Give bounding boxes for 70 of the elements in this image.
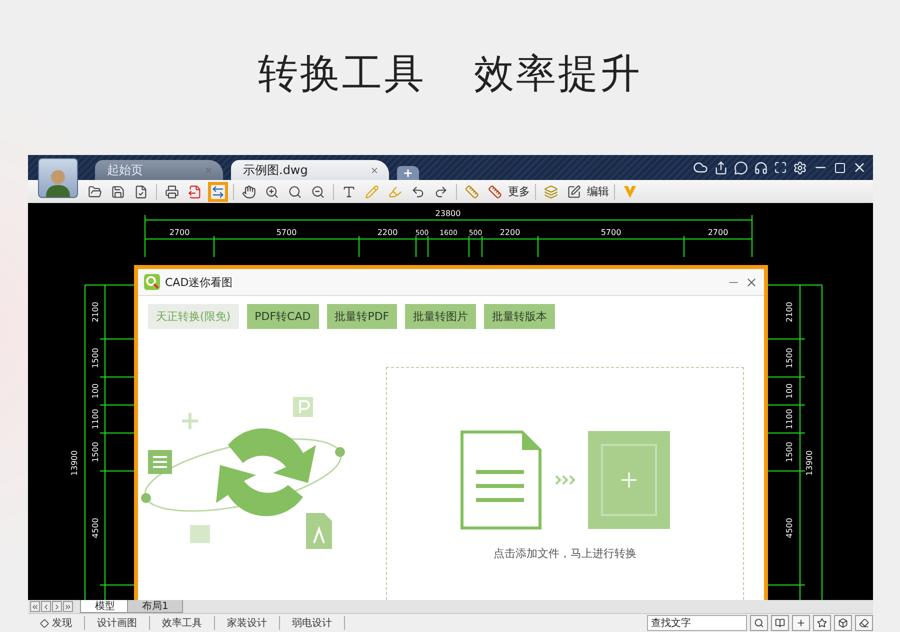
cloud-icon[interactable] xyxy=(693,160,708,175)
layout-tab[interactable]: 模型 xyxy=(80,600,130,613)
status-label[interactable]: 家装设计 xyxy=(227,616,267,630)
settings-icon[interactable] xyxy=(793,160,807,174)
dimension-label: 4500 xyxy=(91,518,100,538)
headline: 转换工具 xyxy=(258,50,426,99)
more-label[interactable]: 更多 xyxy=(508,184,530,199)
dimension-label: 1500 xyxy=(91,442,100,462)
dialog-title: CAD迷你看图 xyxy=(165,274,233,290)
dimension-label: 2700 xyxy=(169,228,190,237)
document-icon xyxy=(460,430,542,530)
search-field[interactable]: 查找文字 xyxy=(647,615,747,631)
last-icon[interactable] xyxy=(63,601,73,612)
close-icon[interactable] xyxy=(745,276,758,288)
maximize-icon[interactable] xyxy=(834,162,846,174)
status-label[interactable]: 效率工具 xyxy=(162,616,202,630)
cube-icon[interactable] xyxy=(834,615,852,631)
dimension-label: 100 xyxy=(785,383,794,399)
dimension-label: 1100 xyxy=(91,408,100,430)
status-label[interactable]: 发现 xyxy=(52,616,72,630)
person-silhouette-icon xyxy=(44,167,72,197)
dimension-label: 1100 xyxy=(785,408,794,430)
dimension-label: 13900 xyxy=(70,450,79,476)
share-icon[interactable] xyxy=(714,160,728,174)
status-item[interactable]: 设计画图 xyxy=(85,616,150,630)
dimension-label: 2200 xyxy=(500,228,520,237)
converter-tab[interactable]: 批量转图片 xyxy=(405,304,476,329)
dimension-label: 23800 xyxy=(435,209,461,218)
dimension-label: 100 xyxy=(91,383,100,399)
headline: 效率提升 xyxy=(474,50,642,99)
dimension-label: 2700 xyxy=(708,228,728,237)
edit-label[interactable]: 编辑 xyxy=(587,184,609,199)
chevrons-icon xyxy=(554,474,576,486)
dimension-label: 1500 xyxy=(785,442,794,462)
first-icon[interactable] xyxy=(30,601,40,612)
dimension-label: 2100 xyxy=(91,302,100,322)
drop-hint: 点击添加文件，马上进行转换 xyxy=(494,546,636,561)
status-label[interactable]: 设计画图 xyxy=(97,616,137,630)
status-item[interactable]: 弱电设计 xyxy=(280,616,345,630)
dimension-label: 1500 xyxy=(785,348,794,368)
dimension-label: 1500 xyxy=(91,348,100,368)
converter-tab[interactable]: 批量转版本 xyxy=(484,304,556,329)
status-item[interactable]: 家装设计 xyxy=(215,616,280,630)
eraser-icon[interactable] xyxy=(855,615,873,631)
converter-tab[interactable]: 批量转PDF xyxy=(326,304,398,329)
fullscreen-icon[interactable] xyxy=(774,161,787,174)
search-icon xyxy=(754,618,764,628)
dimension-label: 13900 xyxy=(805,450,814,476)
status-label[interactable]: 弱电设计 xyxy=(292,616,332,630)
dimension-label: 2100 xyxy=(785,302,794,322)
dimension-label: 5700 xyxy=(276,228,297,237)
book-icon[interactable] xyxy=(771,615,789,631)
document-tab[interactable]: 示例图.dwg xyxy=(231,160,389,180)
file-drop-zone[interactable]: 点击添加文件，马上进行转换 xyxy=(386,367,744,600)
status-item[interactable]: 发现 xyxy=(28,616,85,630)
layout-tab[interactable]: 布局1 xyxy=(127,600,184,613)
diamond-icon xyxy=(40,618,49,628)
dimension-label: 2200 xyxy=(377,228,398,237)
converter-tab[interactable]: PDF转CAD xyxy=(246,304,319,329)
chat-icon[interactable] xyxy=(734,160,748,174)
dimension-label: 5700 xyxy=(600,228,622,237)
plus-icon[interactable] xyxy=(792,615,810,631)
close-icon[interactable] xyxy=(370,166,379,174)
status-item[interactable]: 效率工具 xyxy=(150,616,215,630)
headset-icon[interactable] xyxy=(754,160,768,174)
app-logo-icon xyxy=(144,274,160,290)
close-icon[interactable] xyxy=(852,160,867,175)
search-button[interactable] xyxy=(750,615,768,631)
avatar[interactable] xyxy=(38,158,78,198)
dimension-label: 4500 xyxy=(785,518,794,538)
